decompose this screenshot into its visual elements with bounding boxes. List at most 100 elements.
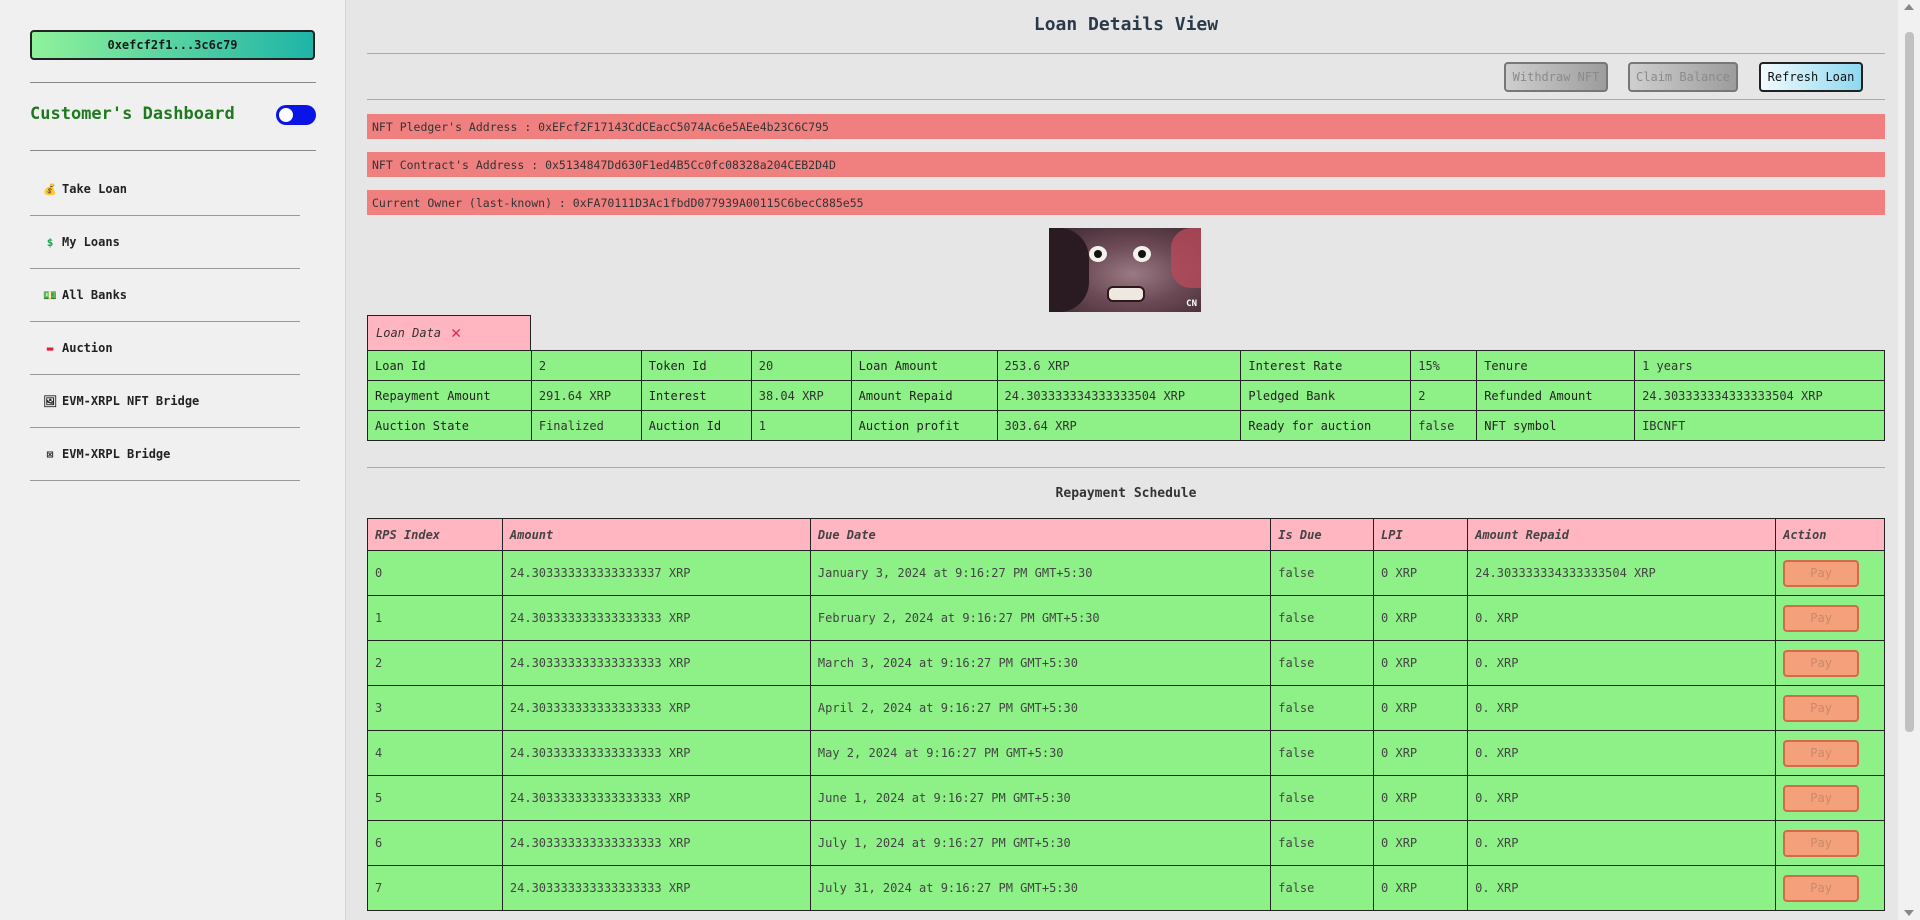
table-cell: July 1, 2024 at 9:16:27 PM GMT+5:30 (809, 820, 1272, 866)
dollar-icon: $ (46, 235, 54, 249)
table-cell: 0 XRP (1373, 640, 1469, 686)
pay-button[interactable]: Pay (1783, 784, 1860, 812)
pay-button[interactable]: Pay (1783, 649, 1860, 677)
nft-image-hair (1171, 228, 1201, 288)
nft-image-pupil (1138, 250, 1146, 258)
sidebar-item-all-banks[interactable]: 💵 All Banks (30, 269, 300, 322)
sidebar-item-evm-xrpl-nft-bridge[interactable]: 🖼 EVM-XRPL NFT Bridge (30, 375, 300, 428)
table-cell: 24.303333333333333333 XRP (501, 775, 811, 821)
wallet-address-button[interactable]: 0xefcf2f1...3c6c79 (30, 30, 315, 60)
table-row: 0 24.303333333333333337 XRP January 3, 202… (367, 550, 1885, 596)
table-cell: June 1, 2024 at 9:16:27 PM GMT+5:30 (809, 775, 1272, 821)
divider (367, 467, 1885, 468)
contract-address: NFT Contract's Address : 0x5134847Dd630F… (367, 152, 1885, 177)
loan-field-label: Auction State (367, 410, 532, 441)
auction-icon: ▬ (46, 341, 54, 355)
vertical-scrollbar[interactable] (1898, 0, 1920, 920)
table-row: 1 24.303333333333333333 XRP February 2, 20… (367, 595, 1885, 641)
table-cell: 24.303333333333333333 XRP (501, 685, 811, 731)
loan-field-label: Loan Amount (850, 350, 998, 381)
table-cell: 2 (367, 640, 503, 686)
loan-field-value: 1 (750, 410, 852, 441)
action-cell: Pay (1775, 820, 1885, 866)
close-icon[interactable]: ✕ (451, 323, 461, 343)
table-cell: false (1270, 640, 1375, 686)
loan-field-label: Interest (640, 380, 752, 411)
table-cell: 0. XRP (1467, 685, 1777, 731)
column-header: Amount (501, 518, 811, 551)
nft-image-eye (1089, 246, 1107, 262)
withdraw-nft-button[interactable]: Withdraw NFT (1504, 62, 1608, 92)
sidebar-item-auction[interactable]: ▬ Auction (30, 322, 300, 375)
table-cell: January 3, 2024 at 9:16:27 PM GMT+5:30 (809, 550, 1272, 596)
table-cell: 0 XRP (1373, 775, 1469, 821)
nft-image-pupil (1094, 250, 1102, 258)
column-header: LPI (1373, 518, 1469, 551)
table-cell: 0 XRP (1373, 865, 1469, 911)
sidebar-item-label: All Banks (62, 288, 128, 302)
sidebar-item-label: Take Loan (62, 182, 128, 196)
theme-toggle[interactable] (276, 105, 316, 125)
table-cell: 0 XRP (1373, 730, 1469, 776)
nft-bridge-icon: 🖼 (43, 394, 57, 408)
table-cell: July 31, 2024 at 9:16:27 PM GMT+5:30 (809, 865, 1272, 911)
loan-field-value: IBCNFT (1634, 410, 1885, 441)
loan-field-label: Auction profit (850, 410, 998, 441)
nft-image-hair (1049, 228, 1089, 312)
table-cell: 0 XRP (1373, 820, 1469, 866)
loan-data-row: Loan Id 2 Token Id 20 Loan Amount 253.6 XRP In… (367, 350, 1885, 381)
table-cell: 24.303333333333333333 XRP (501, 730, 811, 776)
action-cell: Pay (1775, 595, 1885, 641)
divider (367, 99, 1885, 100)
action-cell: Pay (1775, 550, 1885, 596)
repayment-schedule-title: Repayment Schedule (1055, 486, 1197, 501)
page-title: Loan Details View (1033, 14, 1219, 35)
table-cell: 0. XRP (1467, 595, 1777, 641)
bank-notes-icon: 💵 (43, 288, 57, 302)
table-cell: 24.303333333333333333 XRP (501, 640, 811, 686)
sidebar-item-evm-xrpl-bridge[interactable]: ⊠ EVM-XRPL Bridge (30, 428, 300, 481)
loan-field-value: 38.04 XRP (750, 380, 852, 411)
claim-balance-button[interactable]: Claim Balance (1628, 62, 1738, 92)
loan-field-value: 20 (750, 350, 852, 381)
table-cell: 0. XRP (1467, 865, 1777, 911)
loan-field-value: Finalized (530, 410, 642, 441)
loan-field-value: 253.6 XRP (996, 350, 1242, 381)
sidebar-item-label: EVM-XRPL NFT Bridge (62, 394, 200, 408)
current-owner-address: Current Owner (last-known) : 0xFA70111D3… (367, 190, 1885, 215)
loan-data-tab[interactable]: Loan Data ✕ (367, 315, 531, 350)
loan-field-label: Tenure (1476, 350, 1636, 381)
table-cell: 24.303333333333333333 XRP (501, 820, 811, 866)
loan-field-label: Token Id (640, 350, 752, 381)
pay-button[interactable]: Pay (1783, 604, 1860, 632)
pay-button[interactable]: Pay (1783, 874, 1860, 902)
pay-button[interactable]: Pay (1783, 694, 1860, 722)
action-cell: Pay (1775, 730, 1885, 776)
table-cell: April 2, 2024 at 9:16:27 PM GMT+5:30 (809, 685, 1272, 731)
scroll-up-icon[interactable] (1904, 4, 1914, 10)
table-cell: 0. XRP (1467, 775, 1777, 821)
loan-field-value: 2 (1410, 380, 1478, 411)
nft-image: CN (1049, 228, 1201, 312)
column-header: RPS Index (367, 518, 503, 551)
pay-button[interactable]: Pay (1783, 829, 1860, 857)
sidebar-item-my-loans[interactable]: $ My Loans (30, 216, 300, 269)
sidebar-item-take-loan[interactable]: 💰 Take Loan (30, 163, 300, 216)
table-cell: 7 (367, 865, 503, 911)
column-header: Due Date (809, 518, 1272, 551)
refresh-loan-button[interactable]: Refresh Loan (1759, 62, 1863, 92)
table-cell: 5 (367, 775, 503, 821)
dashboard-title: Customer's Dashboard (30, 104, 235, 124)
table-cell: false (1270, 595, 1375, 641)
nft-image-eye (1133, 246, 1151, 262)
pay-button[interactable]: Pay (1783, 739, 1860, 767)
main-content: Loan Details View Withdraw NFT Claim Bal… (346, 0, 1898, 920)
table-cell: 0. XRP (1467, 640, 1777, 686)
table-cell: 0 XRP (1373, 595, 1469, 641)
scroll-thumb[interactable] (1905, 32, 1914, 732)
loan-field-value: 303.64 XRP (996, 410, 1242, 441)
pay-button[interactable]: Pay (1783, 559, 1860, 587)
loan-field-value: 24.303333334333333504 XRP (1634, 380, 1885, 411)
scroll-down-icon[interactable] (1904, 910, 1914, 916)
action-cell: Pay (1775, 685, 1885, 731)
